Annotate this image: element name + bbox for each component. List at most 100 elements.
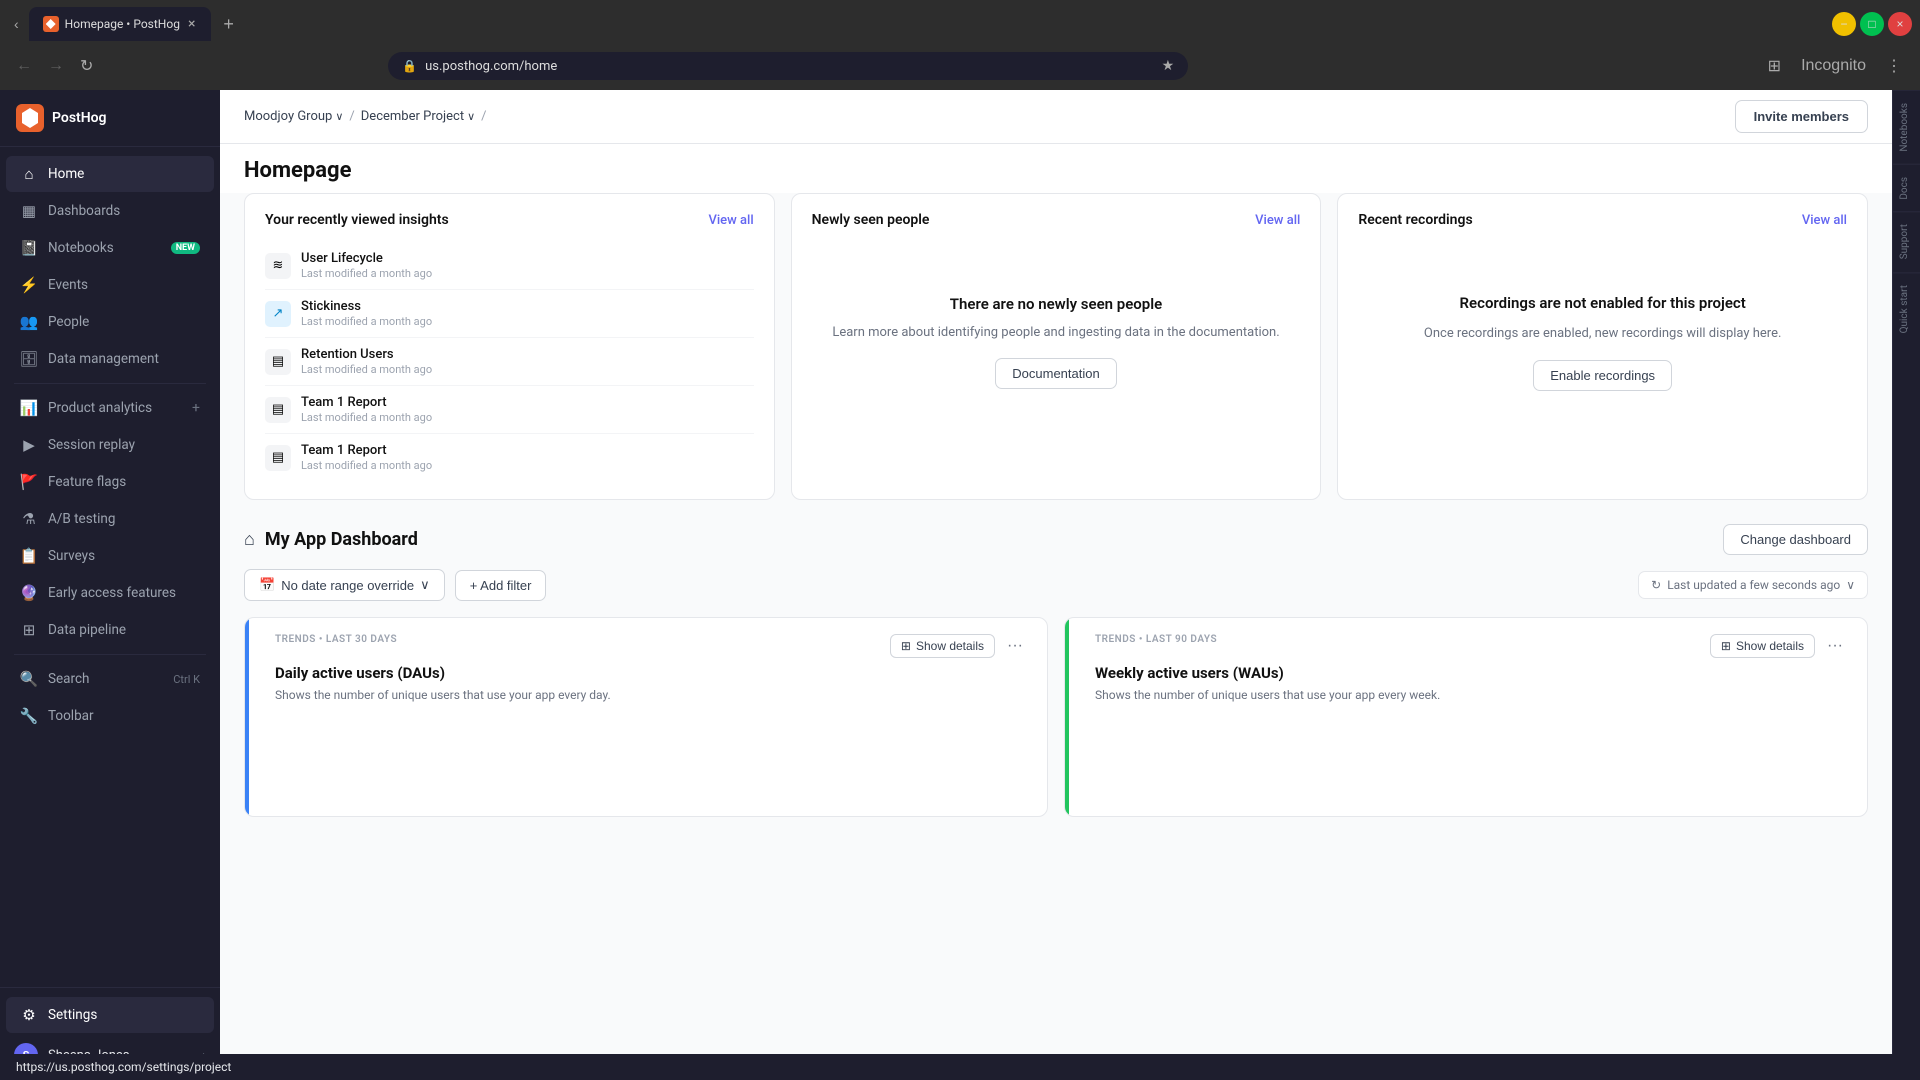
early-access-icon: 🔮: [20, 584, 38, 602]
table-icon: ⊞: [901, 639, 911, 653]
sidebar-item-product-analytics[interactable]: 📊 Product analytics +: [6, 390, 214, 426]
last-updated-label: Last updated a few seconds ago: [1667, 578, 1840, 592]
sidebar-logo: PostHog: [0, 90, 220, 147]
sidebar-item-toolbar[interactable]: 🔧 Toolbar: [6, 698, 214, 734]
insight-item-4[interactable]: ▤ Team 1 Report Last modified a month ag…: [265, 434, 754, 481]
right-panel-quick-start[interactable]: Quick start: [1893, 272, 1920, 345]
extensions-button[interactable]: ⊞: [1762, 52, 1787, 80]
sidebar-item-people[interactable]: 👥 People: [6, 304, 214, 340]
sidebar-item-data-pipeline[interactable]: ⊞ Data pipeline: [6, 612, 214, 648]
refresh-icon: ↻: [1651, 578, 1661, 592]
wau-card: TRENDS • LAST 90 DAYS ⊞ Show details ···…: [1064, 617, 1868, 817]
insight-name-1: Stickiness: [301, 299, 754, 314]
nav-divider: [14, 383, 206, 384]
wau-card-meta: TRENDS • LAST 90 DAYS: [1095, 634, 1217, 645]
sidebar-item-notebooks[interactable]: 📓 Notebooks NEW: [6, 230, 214, 266]
people-card-title: Newly seen people: [812, 212, 930, 228]
dau-show-details-button[interactable]: ⊞ Show details: [890, 634, 995, 658]
documentation-button[interactable]: Documentation: [995, 358, 1116, 389]
menu-button[interactable]: ⋮: [1880, 52, 1908, 80]
sidebar-item-data-management[interactable]: 🗄 Data management: [6, 341, 214, 377]
dashboard-title-row: ⌂ My App Dashboard: [244, 529, 418, 550]
breadcrumb-org[interactable]: Moodjoy Group ∨: [244, 109, 343, 124]
dau-more-options-button[interactable]: ···: [1003, 635, 1027, 657]
wau-show-details-label: Show details: [1736, 639, 1804, 653]
insight-icon-0: ≋: [265, 253, 291, 279]
nav-divider-2: [14, 654, 206, 655]
url-text: us.posthog.com/home: [425, 59, 1153, 74]
insight-icon-4: ▤: [265, 445, 291, 471]
tab-close-button[interactable]: ×: [186, 14, 197, 34]
refresh-button[interactable]: ↻: [76, 52, 97, 80]
date-range-label: No date range override: [281, 578, 414, 593]
people-view-all[interactable]: View all: [1255, 213, 1300, 228]
insight-item-3[interactable]: ▤ Team 1 Report Last modified a month ag…: [265, 386, 754, 434]
people-card-header: Newly seen people View all: [812, 212, 1301, 228]
forward-button[interactable]: →: [44, 53, 68, 79]
sidebar-item-session-replay[interactable]: ▶ Session replay: [6, 427, 214, 463]
add-filter-button[interactable]: + Add filter: [455, 570, 547, 601]
dau-card-header: TRENDS • LAST 30 DAYS ⊞ Show details ···: [275, 634, 1027, 658]
sidebar-item-events[interactable]: ⚡ Events: [6, 267, 214, 303]
insight-name-0: User Lifecycle: [301, 251, 754, 266]
right-panel-support[interactable]: Support: [1893, 211, 1920, 271]
sidebar-item-dashboards[interactable]: ▦ Dashboards: [6, 193, 214, 229]
sidebar-item-label: Surveys: [48, 548, 200, 564]
insight-item-2[interactable]: ▤ Retention Users Last modified a month …: [265, 338, 754, 386]
breadcrumb-org-label: Moodjoy Group: [244, 109, 332, 124]
sidebar-item-label: Product analytics: [48, 400, 182, 416]
add-icon[interactable]: +: [192, 400, 200, 416]
tab-prev-button[interactable]: ‹: [8, 12, 25, 36]
insight-date-0: Last modified a month ago: [301, 267, 754, 280]
window-maximize[interactable]: □: [1860, 12, 1884, 36]
url-bar[interactable]: 🔒 us.posthog.com/home ★: [388, 52, 1188, 80]
sidebar-item-early-access[interactable]: 🔮 Early access features: [6, 575, 214, 611]
sidebar-item-surveys[interactable]: 📋 Surveys: [6, 538, 214, 574]
insight-date-4: Last modified a month ago: [301, 459, 754, 472]
breadcrumb-project-label: December Project: [361, 109, 464, 124]
date-range-filter[interactable]: 📅 No date range override ∨: [244, 569, 445, 601]
bookmark-icon[interactable]: ★: [1162, 58, 1175, 74]
sidebar-item-label: Data pipeline: [48, 622, 200, 638]
insight-item-0[interactable]: ≋ User Lifecycle Last modified a month a…: [265, 242, 754, 290]
recordings-view-all[interactable]: View all: [1802, 213, 1847, 228]
dau-card: TRENDS • LAST 30 DAYS ⊞ Show details ···…: [244, 617, 1048, 817]
wau-show-details-button[interactable]: ⊞ Show details: [1710, 634, 1815, 658]
sidebar-item-ab-testing[interactable]: ⚗ A/B testing: [6, 501, 214, 537]
insight-date-3: Last modified a month ago: [301, 411, 754, 424]
active-tab[interactable]: Homepage • PostHog ×: [29, 7, 212, 41]
sidebar-item-feature-flags[interactable]: 🚩 Feature flags: [6, 464, 214, 500]
window-close[interactable]: ×: [1888, 12, 1912, 36]
invite-members-button[interactable]: Invite members: [1735, 100, 1868, 133]
insights-view-all[interactable]: View all: [708, 213, 753, 228]
filter-bar: 📅 No date range override ∨ + Add filter …: [244, 569, 1868, 601]
insight-date-2: Last modified a month ago: [301, 363, 754, 376]
right-panel-docs[interactable]: Docs: [1893, 164, 1920, 212]
dashboard-title: My App Dashboard: [265, 529, 418, 550]
sidebar-item-search[interactable]: 🔍 Search Ctrl K: [6, 661, 214, 697]
back-button[interactable]: ←: [12, 53, 36, 79]
sidebar-item-label: A/B testing: [48, 511, 200, 527]
breadcrumb-project-chevron: ∨: [467, 110, 475, 123]
breadcrumb-project[interactable]: December Project ∨: [361, 109, 475, 124]
change-dashboard-button[interactable]: Change dashboard: [1723, 524, 1868, 555]
breadcrumb: Moodjoy Group ∨ / December Project ∨ /: [244, 109, 487, 124]
enable-recordings-button[interactable]: Enable recordings: [1533, 360, 1672, 391]
insight-item-1[interactable]: ↗ Stickiness Last modified a month ago: [265, 290, 754, 338]
last-updated-chevron: ∨: [1846, 578, 1855, 592]
dau-card-meta-group: TRENDS • LAST 30 DAYS: [275, 634, 397, 649]
window-minimize[interactable]: −: [1832, 12, 1856, 36]
dau-card-meta: TRENDS • LAST 30 DAYS: [275, 634, 397, 645]
profile-button[interactable]: Incognito: [1795, 52, 1872, 80]
wau-more-options-button[interactable]: ···: [1823, 635, 1847, 657]
insight-name-4: Team 1 Report: [301, 443, 754, 458]
new-tab-button[interactable]: +: [215, 10, 242, 39]
sidebar-item-settings[interactable]: ⚙ Settings: [6, 997, 214, 1033]
recordings-card-title: Recent recordings: [1358, 212, 1472, 228]
right-panel-notebooks[interactable]: Notebooks: [1893, 90, 1920, 164]
tab-bar: ‹ Homepage • PostHog × + − □ ×: [0, 0, 1920, 42]
events-icon: ⚡: [20, 276, 38, 294]
home-icon: ⌂: [20, 165, 38, 183]
sidebar-item-home[interactable]: ⌂ Home: [6, 156, 214, 192]
last-updated-badge[interactable]: ↻ Last updated a few seconds ago ∨: [1638, 571, 1868, 599]
